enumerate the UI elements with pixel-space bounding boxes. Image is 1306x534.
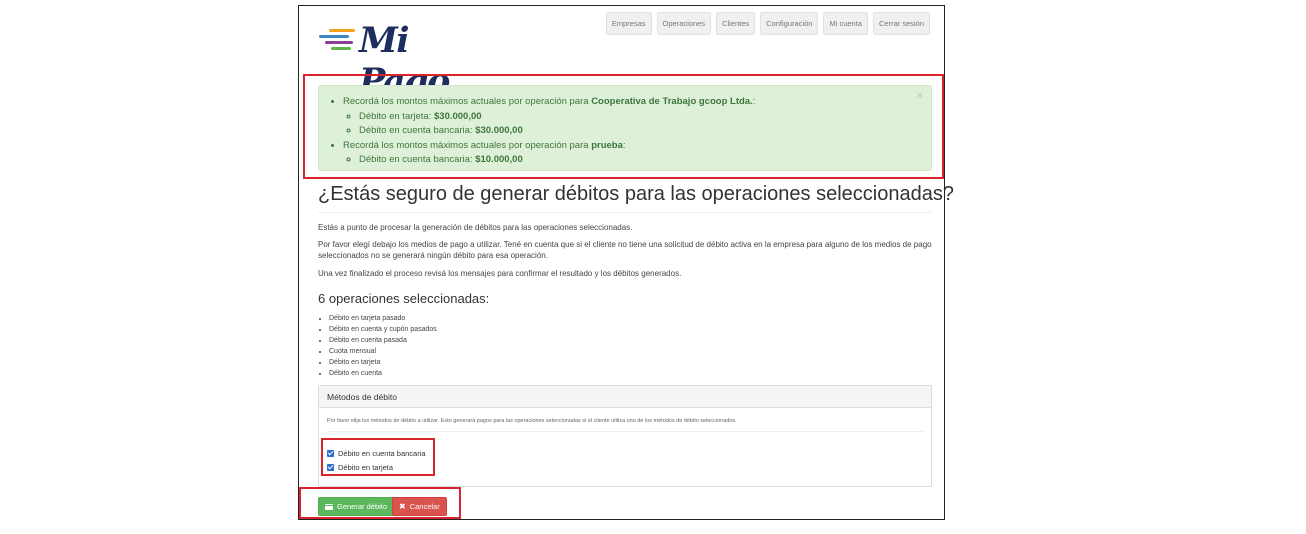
nav-configuracion[interactable]: Configuración — [760, 12, 819, 35]
result-paragraph: Una vez finalizado el proceso revisá los… — [318, 269, 682, 278]
panel-title: Métodos de débito — [319, 386, 931, 408]
mipago-logo[interactable]: Mi Pago — [319, 18, 489, 102]
highlight-buttons-box — [299, 487, 461, 519]
divider — [327, 431, 923, 432]
list-item: Débito en cuenta — [329, 368, 437, 379]
list-item: Cuota mensual — [329, 346, 437, 357]
nav-clientes[interactable]: Clientes — [716, 12, 756, 35]
operations-list: Débito en tarjeta pasado Débito en cuent… — [318, 313, 437, 379]
instructions-paragraph: Por favor elegí debajo los medios de pag… — [318, 240, 932, 260]
list-item: Débito en cuenta pasada — [329, 335, 437, 346]
intro-paragraph: Estás a punto de procesar la generación … — [318, 223, 633, 232]
list-item: Débito en tarjeta — [329, 357, 437, 368]
top-navigation: Empresas Operaciones Clientes Configurac… — [605, 12, 930, 35]
highlight-alert-box — [303, 74, 944, 179]
selected-heading: 6 operaciones seleccionadas: — [318, 291, 490, 306]
nav-cerrar-sesion[interactable]: Cerrar sesión — [872, 12, 930, 35]
list-item: Débito en tarjeta pasado — [329, 313, 437, 324]
nav-mi-cuenta[interactable]: Mi cuenta — [823, 12, 868, 35]
logo-bars-icon — [319, 29, 359, 53]
panel-description: Por favor elija los métodos de débito a … — [327, 418, 737, 424]
page-title: ¿Estás seguro de generar débitos para la… — [318, 183, 954, 213]
list-item: Débito en cuenta y cupón pasados — [329, 324, 437, 335]
nav-operaciones[interactable]: Operaciones — [656, 12, 712, 35]
highlight-checkbox-box — [321, 438, 435, 476]
nav-empresas[interactable]: Empresas — [605, 12, 652, 35]
